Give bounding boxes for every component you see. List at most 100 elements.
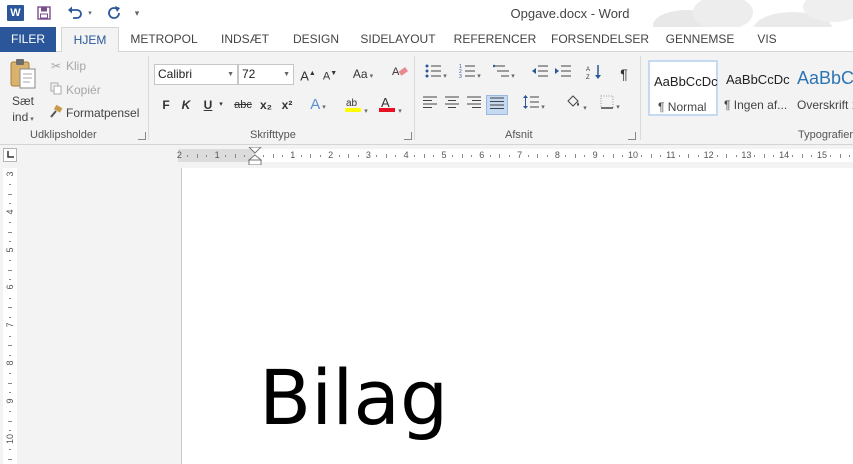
ruler-tick	[678, 154, 680, 157]
ruler-tick	[9, 241, 11, 243]
text-effects-icon: A	[310, 96, 321, 113]
ruler-number: 1	[214, 150, 220, 160]
tab-insert[interactable]: INDSÆT	[215, 27, 275, 52]
ruler-tick	[9, 449, 11, 451]
ruler-tick	[801, 153, 803, 158]
show-formatting-button[interactable]: ¶	[614, 64, 634, 84]
ruler-tick	[319, 154, 321, 157]
bullets-button[interactable]: ▾	[420, 64, 452, 84]
vertical-ruler[interactable]: 3 4 5 6 7 8 9 10	[3, 168, 17, 464]
ruler-number: 4	[403, 150, 409, 160]
font-size-combo[interactable]: 72 ▼	[238, 64, 294, 85]
change-case-button[interactable]: Aa ▾	[348, 64, 378, 84]
line-spacing-button[interactable]: ▾	[518, 95, 550, 115]
cut-button[interactable]: ✂ Klip	[48, 59, 86, 73]
paragraph-launcher-icon[interactable]	[628, 132, 636, 140]
tab-file[interactable]: FILER	[0, 27, 56, 52]
tab-mailings[interactable]: FORSENDELSER	[551, 27, 649, 52]
font-color-button[interactable]: A ▾	[374, 95, 406, 115]
brush-icon	[48, 104, 64, 121]
ruler-tick	[839, 153, 841, 158]
tab-metropol[interactable]: METROPOL	[127, 27, 201, 52]
ruler-tick	[9, 222, 11, 224]
ruler-tick	[508, 154, 510, 157]
decrease-indent-icon[interactable]	[530, 64, 550, 84]
style-normal[interactable]: AaBbCcDc ¶ Normal	[648, 60, 718, 116]
borders-icon	[600, 95, 614, 109]
grow-font-button[interactable]: A▲	[298, 64, 318, 84]
shrink-font-button[interactable]: A▼	[320, 64, 340, 84]
ruler-tick	[187, 154, 189, 157]
align-left-icon[interactable]	[420, 95, 440, 115]
format-painter-label: Formatpensel	[66, 106, 140, 120]
paste-button[interactable]: Sæt ind ▾	[6, 58, 40, 126]
group-divider	[414, 56, 415, 140]
tab-view[interactable]: VIS	[752, 27, 782, 52]
tab-home[interactable]: HJEM	[61, 27, 119, 53]
ruler-tick	[263, 154, 265, 157]
shading-button[interactable]: ▾	[560, 95, 592, 115]
document-text[interactable]: Bilag	[259, 353, 448, 443]
clear-formatting-icon[interactable]: A	[390, 64, 410, 84]
align-center-icon[interactable]	[442, 95, 462, 115]
tab-page-layout[interactable]: SIDELAYOUT	[357, 27, 439, 52]
ruler-number: 8	[554, 150, 560, 160]
ruler-tick	[830, 154, 832, 157]
tab-selector[interactable]	[3, 148, 17, 162]
ruler-number: 9	[592, 150, 598, 160]
multilevel-list-button[interactable]: ▾	[488, 64, 520, 84]
ruler-tick	[622, 154, 624, 157]
text-effects-button[interactable]: A ▾	[308, 95, 328, 115]
document-page[interactable]: Bilag	[181, 168, 853, 464]
justify-icon[interactable]	[486, 95, 508, 115]
underline-button[interactable]: U	[198, 95, 218, 115]
style-no-spacing[interactable]: AaBbCcDc ¶ Ingen af...	[720, 60, 790, 116]
ruler-tick	[754, 154, 756, 157]
paint-bucket-icon	[567, 95, 580, 107]
copy-button[interactable]: Kopiér	[48, 82, 101, 98]
svg-text:A: A	[392, 66, 400, 78]
borders-button[interactable]: ▾	[594, 95, 626, 115]
tab-references[interactable]: REFERENCER	[452, 27, 538, 52]
style-heading-1[interactable]: AaBbC Overskrift 1	[792, 60, 853, 116]
numbering-button[interactable]: 1 2 3 ▾	[454, 64, 486, 84]
font-group-label: Skrifttype	[250, 129, 296, 141]
style-sample: AaBbCcDc	[654, 74, 718, 89]
ruler-tick	[9, 184, 11, 186]
font-launcher-icon[interactable]	[404, 132, 412, 140]
style-sample: AaBbCcDc	[726, 72, 790, 87]
highlight-button[interactable]: ab ▾	[340, 95, 372, 115]
paste-dropdown-icon[interactable]: ▾	[30, 116, 34, 123]
ruler-number: 13	[741, 150, 752, 160]
tab-design[interactable]: DESIGN	[288, 27, 344, 52]
ruler-tick	[546, 154, 548, 157]
increase-indent-icon[interactable]	[553, 64, 573, 84]
ruler-tick	[8, 382, 12, 384]
cut-label: Klip	[66, 59, 87, 73]
ruler-tick	[659, 154, 661, 157]
ruler-tick	[348, 153, 350, 158]
paste-icon	[10, 59, 36, 89]
underline-dropdown-icon[interactable]: ▾	[216, 95, 226, 115]
tab-review[interactable]: GENNEMSE	[660, 27, 740, 52]
bold-button[interactable]: F	[156, 95, 176, 115]
horizontal-ruler[interactable]: 2 1 1 2 3 4 5 6 7 8 9 10 11 12 13 14 15	[177, 147, 853, 166]
ruler-tick	[9, 411, 11, 413]
ruler-tick	[8, 420, 12, 422]
format-painter-button[interactable]: Formatpensel	[48, 104, 140, 121]
ruler-tick	[650, 153, 652, 158]
ruler-tick	[9, 278, 11, 280]
style-sample: AaBbC	[797, 68, 853, 88]
align-right-icon[interactable]	[464, 95, 484, 115]
indent-marker-icon[interactable]	[248, 147, 262, 167]
subscript-button[interactable]: x₂	[256, 95, 276, 115]
font-name-combo[interactable]: Calibri ▼	[154, 64, 238, 85]
italic-button[interactable]: K	[176, 95, 196, 115]
superscript-button[interactable]: x²	[277, 95, 297, 115]
sort-icon[interactable]: AZ	[584, 64, 604, 84]
strikethrough-button[interactable]: abc	[232, 95, 254, 115]
ruler-tick	[9, 354, 11, 356]
ruler-number: 15	[816, 150, 828, 160]
clipboard-launcher-icon[interactable]	[138, 132, 146, 140]
scissors-icon: ✂	[50, 59, 62, 73]
